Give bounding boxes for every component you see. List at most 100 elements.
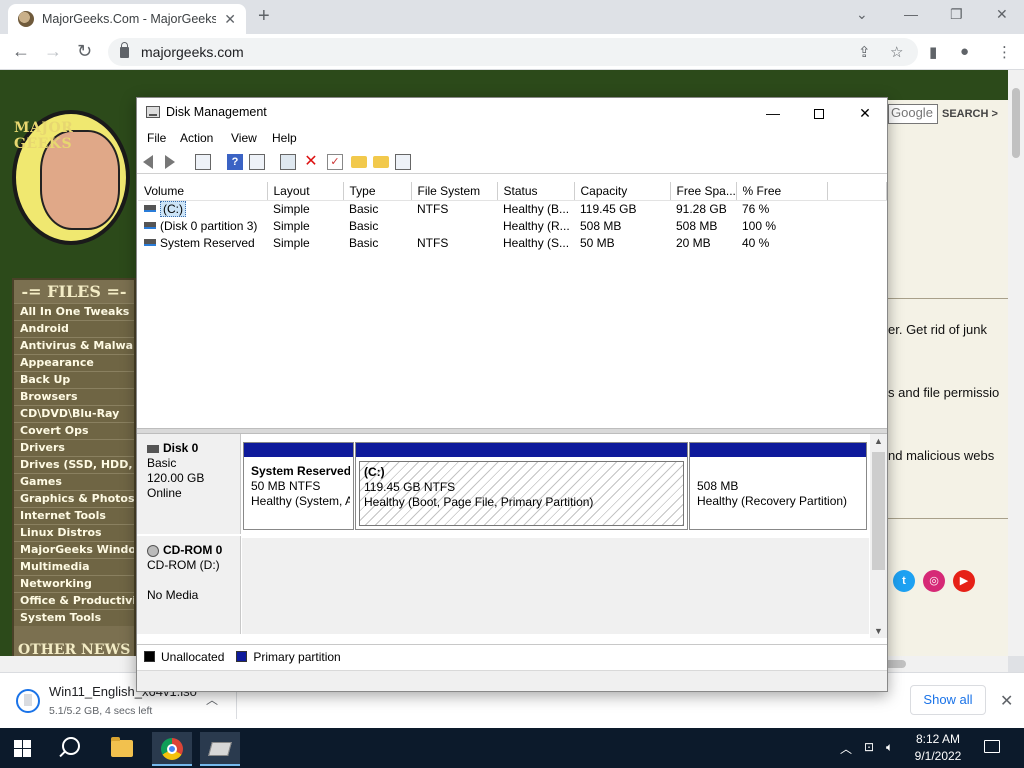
- column-header-layout[interactable]: Layout: [267, 182, 344, 201]
- sidebar-category-link[interactable]: All In One Tweaks: [14, 303, 134, 320]
- close-window-button[interactable]: ✕: [996, 6, 1008, 23]
- sidebar-category-link[interactable]: MajorGeeks Windows Tweaks: [14, 541, 134, 558]
- file-explorer-taskbar-button[interactable]: [102, 732, 142, 766]
- table-row[interactable]: (Disk 0 partition 3) Simple Basic Health…: [138, 217, 887, 234]
- partition-system-reserved[interactable]: System Reserved 50 MB NTFS Healthy (Syst…: [243, 442, 354, 530]
- scrollbar-thumb[interactable]: [1012, 88, 1020, 158]
- start-button[interactable]: [14, 740, 31, 757]
- page-vertical-scrollbar[interactable]: [1008, 70, 1024, 656]
- column-header-type[interactable]: Type: [343, 182, 412, 201]
- new-tab-button[interactable]: +: [258, 5, 270, 28]
- tab-close-icon[interactable]: ✕: [224, 11, 236, 28]
- close-button[interactable]: ✕: [851, 102, 879, 124]
- sidebar-category-link[interactable]: Linux Distros: [14, 524, 134, 541]
- article-snippet[interactable]: s and file permissio: [888, 385, 999, 400]
- network-icon[interactable]: ⊡: [864, 740, 874, 754]
- column-header-free-space[interactable]: Free Spa...: [670, 182, 737, 201]
- address-bar[interactable]: majorgeeks.com: [108, 38, 918, 66]
- list-view-icon[interactable]: [395, 154, 411, 170]
- minimize-button[interactable]: —: [759, 102, 787, 124]
- profile-avatar-icon[interactable]: ●: [960, 43, 969, 60]
- menu-file[interactable]: File: [147, 131, 166, 145]
- article-snippet[interactable]: er. Get rid of junk: [888, 322, 987, 337]
- back-button[interactable]: ←: [12, 41, 30, 61]
- scrollbar-thumb[interactable]: [872, 452, 885, 570]
- sidebar-category-link[interactable]: Appearance: [14, 354, 134, 371]
- window-titlebar[interactable]: Disk Management — ✕: [137, 98, 887, 128]
- search-button[interactable]: SEARCH >: [942, 108, 998, 120]
- sidebar-category-link[interactable]: CD\DVD\Blu-Ray: [14, 405, 134, 422]
- cdrom-empty-area[interactable]: [242, 538, 869, 634]
- cdrom-0-label[interactable]: CD-ROM 0 CD-ROM (D:) No Media: [137, 536, 241, 634]
- back-arrow-icon[interactable]: [143, 155, 153, 169]
- sidebar-category-link[interactable]: Graphics & Photos: [14, 490, 134, 507]
- properties-icon[interactable]: [249, 154, 265, 170]
- restore-window-button[interactable]: ❐: [950, 6, 963, 23]
- partition-recovery[interactable]: 508 MB Healthy (Recovery Partition): [689, 442, 867, 530]
- notifications-icon[interactable]: [984, 740, 1000, 753]
- taskbar-date[interactable]: 9/1/2022: [907, 749, 969, 763]
- menu-view[interactable]: View: [231, 131, 257, 145]
- partition-c-drive[interactable]: (C:) 119.45 GB NTFS Healthy (Boot, Page …: [355, 442, 688, 530]
- forward-arrow-icon[interactable]: [165, 155, 175, 169]
- sidebar-category-link[interactable]: Games: [14, 473, 134, 490]
- chrome-taskbar-button[interactable]: [152, 732, 192, 766]
- sidebar-category-link[interactable]: System Tools: [14, 609, 134, 626]
- google-search-input[interactable]: Google: [888, 104, 938, 124]
- sidebar-category-link[interactable]: Drives (SSD, HDD, USB): [14, 456, 134, 473]
- chevron-up-icon[interactable]: ︿: [206, 691, 218, 708]
- more-menu-icon[interactable]: ⋮: [997, 43, 1012, 61]
- sidebar-category-link[interactable]: Drivers: [14, 439, 134, 456]
- download-progress-icon[interactable]: [16, 689, 40, 713]
- column-header-file-system[interactable]: File System: [411, 182, 498, 201]
- disk-0-label[interactable]: Disk 0 Basic 120.00 GB Online: [137, 434, 241, 534]
- volume-icon[interactable]: 🔈︎: [886, 740, 893, 755]
- browser-tab[interactable]: MajorGeeks.Com - MajorGeeks ✕: [8, 4, 246, 34]
- menu-help[interactable]: Help: [272, 131, 297, 145]
- open-folder-icon[interactable]: [351, 156, 367, 168]
- sidebar-category-link[interactable]: Android: [14, 320, 134, 337]
- twitter-icon[interactable]: t: [893, 570, 915, 592]
- column-header-percent-free[interactable]: % Free: [736, 182, 828, 201]
- sidebar-category-link[interactable]: Back Up: [14, 371, 134, 388]
- table-row[interactable]: System Reserved Simple Basic NTFS Health…: [138, 234, 887, 251]
- column-header-capacity[interactable]: Capacity: [574, 182, 671, 201]
- delete-icon[interactable]: ✕: [303, 154, 319, 170]
- sidebar-category-link[interactable]: Antivirus & Malware: [14, 337, 134, 354]
- table-row[interactable]: (C:) Simple Basic NTFS Healthy (B... 119…: [138, 200, 887, 217]
- youtube-icon[interactable]: ▶: [953, 570, 975, 592]
- taskbar-time[interactable]: 8:12 AM: [912, 732, 964, 746]
- sidebar-category-link[interactable]: Multimedia: [14, 558, 134, 575]
- forward-button[interactable]: →: [44, 41, 62, 61]
- reload-button[interactable]: ↻: [77, 41, 92, 61]
- sidebar-category-link[interactable]: Covert Ops: [14, 422, 134, 439]
- sidebar-category-link[interactable]: Networking: [14, 575, 134, 592]
- sidebar-category-link[interactable]: Office & Productivity: [14, 592, 134, 609]
- scroll-down-icon[interactable]: ▼: [874, 626, 883, 636]
- show-hidden-icons-chevron-icon[interactable]: ︿: [840, 740, 852, 757]
- minimize-window-button[interactable]: —: [904, 6, 918, 22]
- scroll-up-icon[interactable]: ▲: [874, 436, 883, 446]
- show-hide-console-tree-icon[interactable]: [195, 154, 211, 170]
- help-icon[interactable]: ?: [227, 154, 243, 170]
- lock-icon[interactable]: [120, 41, 129, 58]
- graphical-view-scrollbar[interactable]: ▲ ▼: [870, 434, 887, 638]
- search-folder-icon[interactable]: [373, 156, 389, 168]
- menu-action[interactable]: Action: [180, 131, 213, 145]
- sidebar-category-link[interactable]: Browsers: [14, 388, 134, 405]
- check-icon[interactable]: ✓: [327, 154, 343, 170]
- connect-disk-icon[interactable]: [280, 154, 296, 170]
- share-icon[interactable]: ⇪: [858, 43, 871, 61]
- taskbar-search-icon[interactable]: [62, 737, 80, 755]
- maximize-button[interactable]: [805, 102, 833, 124]
- close-download-bar-icon[interactable]: ✕: [1000, 691, 1013, 711]
- tab-search-icon[interactable]: ⌄: [856, 6, 868, 23]
- column-header-volume[interactable]: Volume: [138, 182, 268, 201]
- sidebar-category-link[interactable]: Internet Tools: [14, 507, 134, 524]
- bookmark-star-icon[interactable]: ☆: [890, 43, 903, 61]
- instagram-icon[interactable]: ◎: [923, 570, 945, 592]
- column-header-status[interactable]: Status: [497, 182, 575, 201]
- side-panel-icon[interactable]: ▮: [929, 43, 937, 61]
- article-snippet[interactable]: nd malicious webs: [888, 448, 994, 463]
- show-all-downloads-button[interactable]: Show all: [910, 685, 986, 715]
